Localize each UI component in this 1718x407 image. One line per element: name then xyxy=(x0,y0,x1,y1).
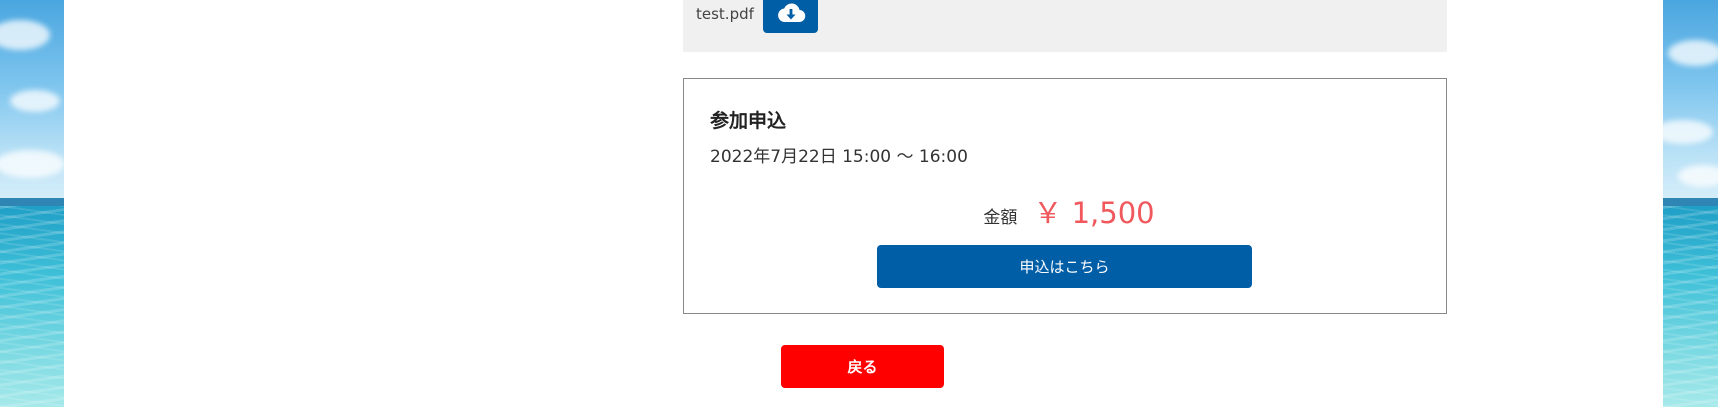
content-page: test.pdf 参加申込 2022年7月22日 15:00 〜 16:00 金… xyxy=(64,0,1663,407)
application-box: 参加申込 2022年7月22日 15:00 〜 16:00 金額 ￥ 1,500… xyxy=(683,78,1447,314)
price-label: 金額 xyxy=(983,208,1018,228)
price-value: ￥ 1,500 xyxy=(1033,196,1155,230)
cloud-download-icon xyxy=(776,2,806,28)
attachment-box: test.pdf xyxy=(683,0,1447,52)
download-button[interactable] xyxy=(763,0,818,33)
attachment-file-name: test.pdf xyxy=(696,5,754,23)
back-button[interactable]: 戻る xyxy=(781,345,944,388)
apply-button[interactable]: 申込はこちら xyxy=(877,245,1252,288)
event-date-time: 2022年7月22日 15:00 〜 16:00 xyxy=(710,147,968,167)
background-ocean-left xyxy=(0,0,64,407)
price-row: 金額 ￥ 1,500 xyxy=(684,190,1446,230)
application-title: 参加申込 xyxy=(710,110,787,132)
background-ocean-right xyxy=(1663,0,1718,407)
